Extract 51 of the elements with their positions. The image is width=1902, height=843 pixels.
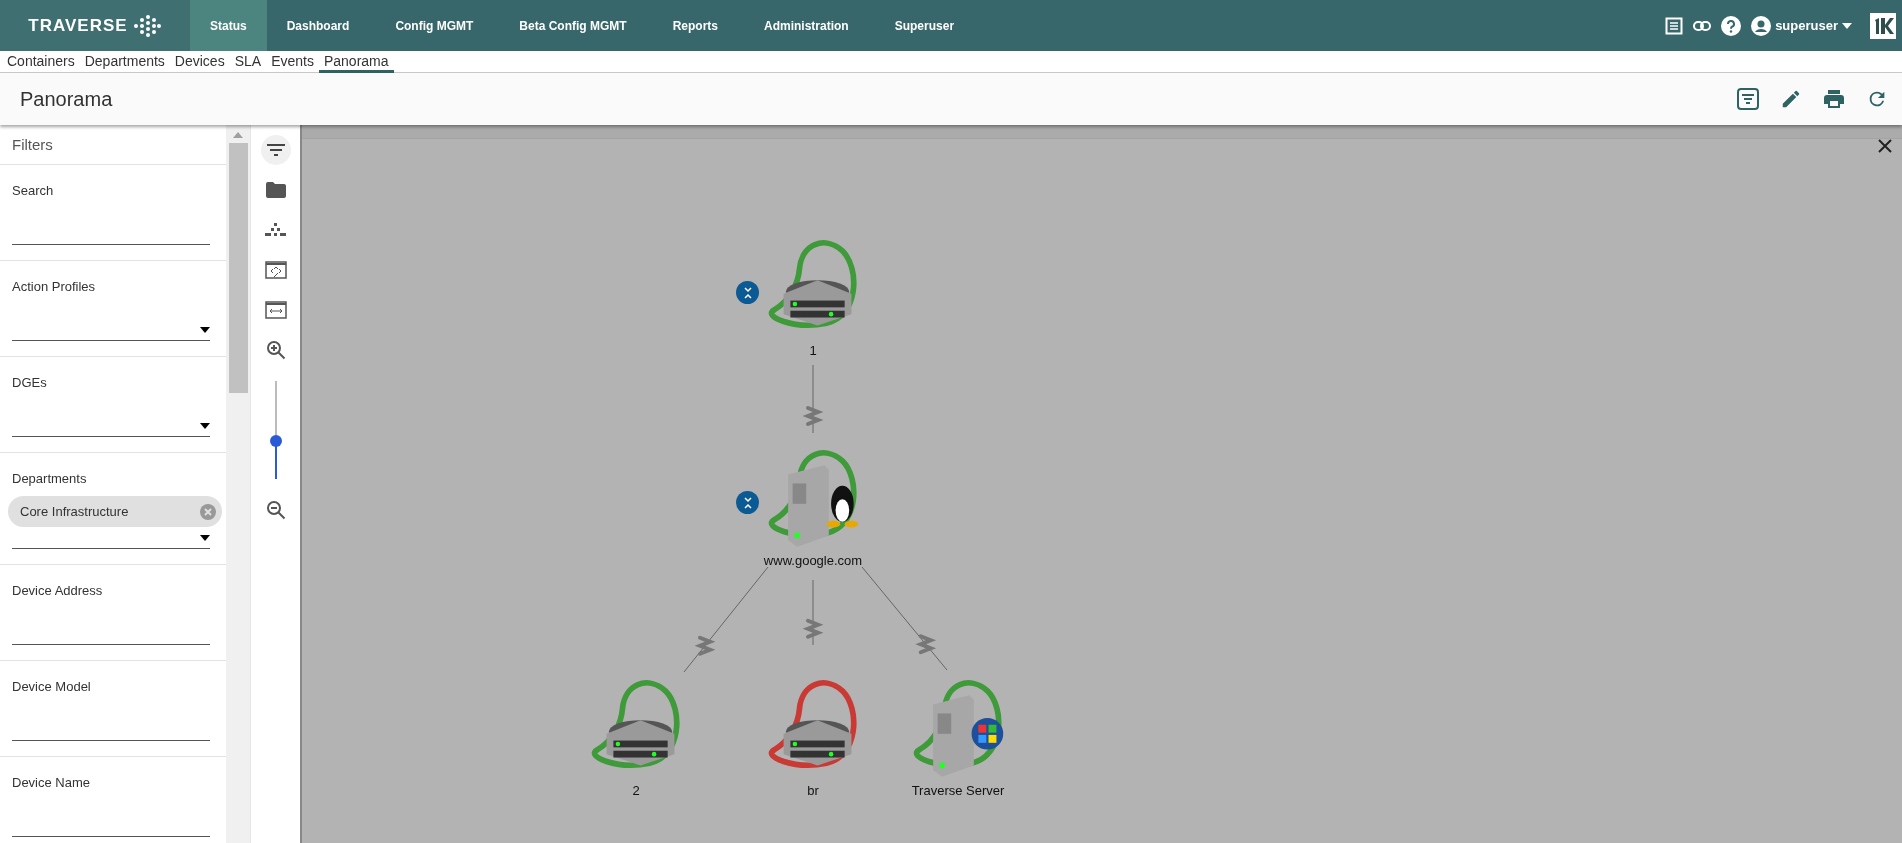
node-label: 2 — [632, 783, 640, 798]
node-label: br — [807, 783, 819, 798]
link-line — [802, 364, 824, 434]
link-icon[interactable] — [1693, 19, 1712, 32]
user-menu[interactable]: superuser — [1751, 15, 1860, 36]
sub-tab[interactable]: Departments — [79, 51, 170, 73]
nav-tab[interactable]: Config MGMT — [375, 0, 494, 51]
account-icon — [1751, 15, 1772, 36]
department-chip[interactable]: Core Infrastructure — [8, 496, 222, 528]
collapse-icon — [742, 496, 753, 509]
sub-tab[interactable]: SLA — [229, 51, 267, 73]
node-label: www.google.com — [763, 553, 863, 568]
filter-list-icon[interactable] — [1736, 87, 1760, 111]
filter-label: Device Model — [12, 679, 92, 694]
page-title: Panorama — [20, 87, 114, 111]
nav-tab[interactable]: Beta Config MGMT — [499, 0, 647, 51]
sub-tab[interactable]: Devices — [169, 51, 230, 73]
zoom-thumb[interactable] — [269, 434, 282, 447]
filter-icon[interactable] — [260, 135, 291, 165]
node-label: 1 — [809, 343, 817, 358]
nav-tab[interactable]: Reports — [652, 0, 739, 51]
nav-tab[interactable]: Dashboard — [266, 0, 370, 51]
filter-label: Departments — [12, 471, 88, 486]
nav-tab[interactable]: Administration — [744, 0, 869, 51]
filter-label: Action Profiles — [12, 279, 97, 294]
sub-tab[interactable]: Events — [266, 51, 319, 73]
node-label: Traverse Server — [911, 783, 1005, 798]
collapse-icon — [742, 286, 753, 299]
filter-label: DGEs — [12, 375, 48, 390]
help-icon[interactable] — [1721, 15, 1742, 36]
filter-label: Device Address — [12, 583, 104, 598]
sub-tab[interactable]: Containers — [2, 51, 80, 73]
dropdown-caret-icon — [200, 534, 210, 541]
list-icon[interactable] — [1665, 16, 1684, 35]
collapse-button[interactable] — [736, 281, 759, 304]
dots-logo-icon — [131, 14, 162, 37]
edit-icon[interactable] — [1780, 88, 1802, 110]
filter-label: Search — [12, 183, 55, 198]
link-line — [802, 579, 824, 646]
collapse-button[interactable] — [736, 491, 759, 514]
print-icon[interactable] — [1822, 87, 1846, 111]
scrollbar-thumb[interactable] — [228, 143, 248, 393]
filter-label: Device Name — [12, 775, 92, 790]
nav-tab[interactable]: Superuser — [874, 0, 975, 51]
logo-text: TRAVERSE — [28, 15, 128, 36]
brand-logo-icon — [1870, 12, 1896, 39]
nav-tab[interactable]: Status — [190, 0, 267, 51]
dropdown-caret-icon — [200, 422, 210, 429]
close-icon[interactable] — [1878, 139, 1892, 153]
caret-icon — [1842, 22, 1852, 29]
dropdown-caret-icon — [200, 326, 210, 333]
